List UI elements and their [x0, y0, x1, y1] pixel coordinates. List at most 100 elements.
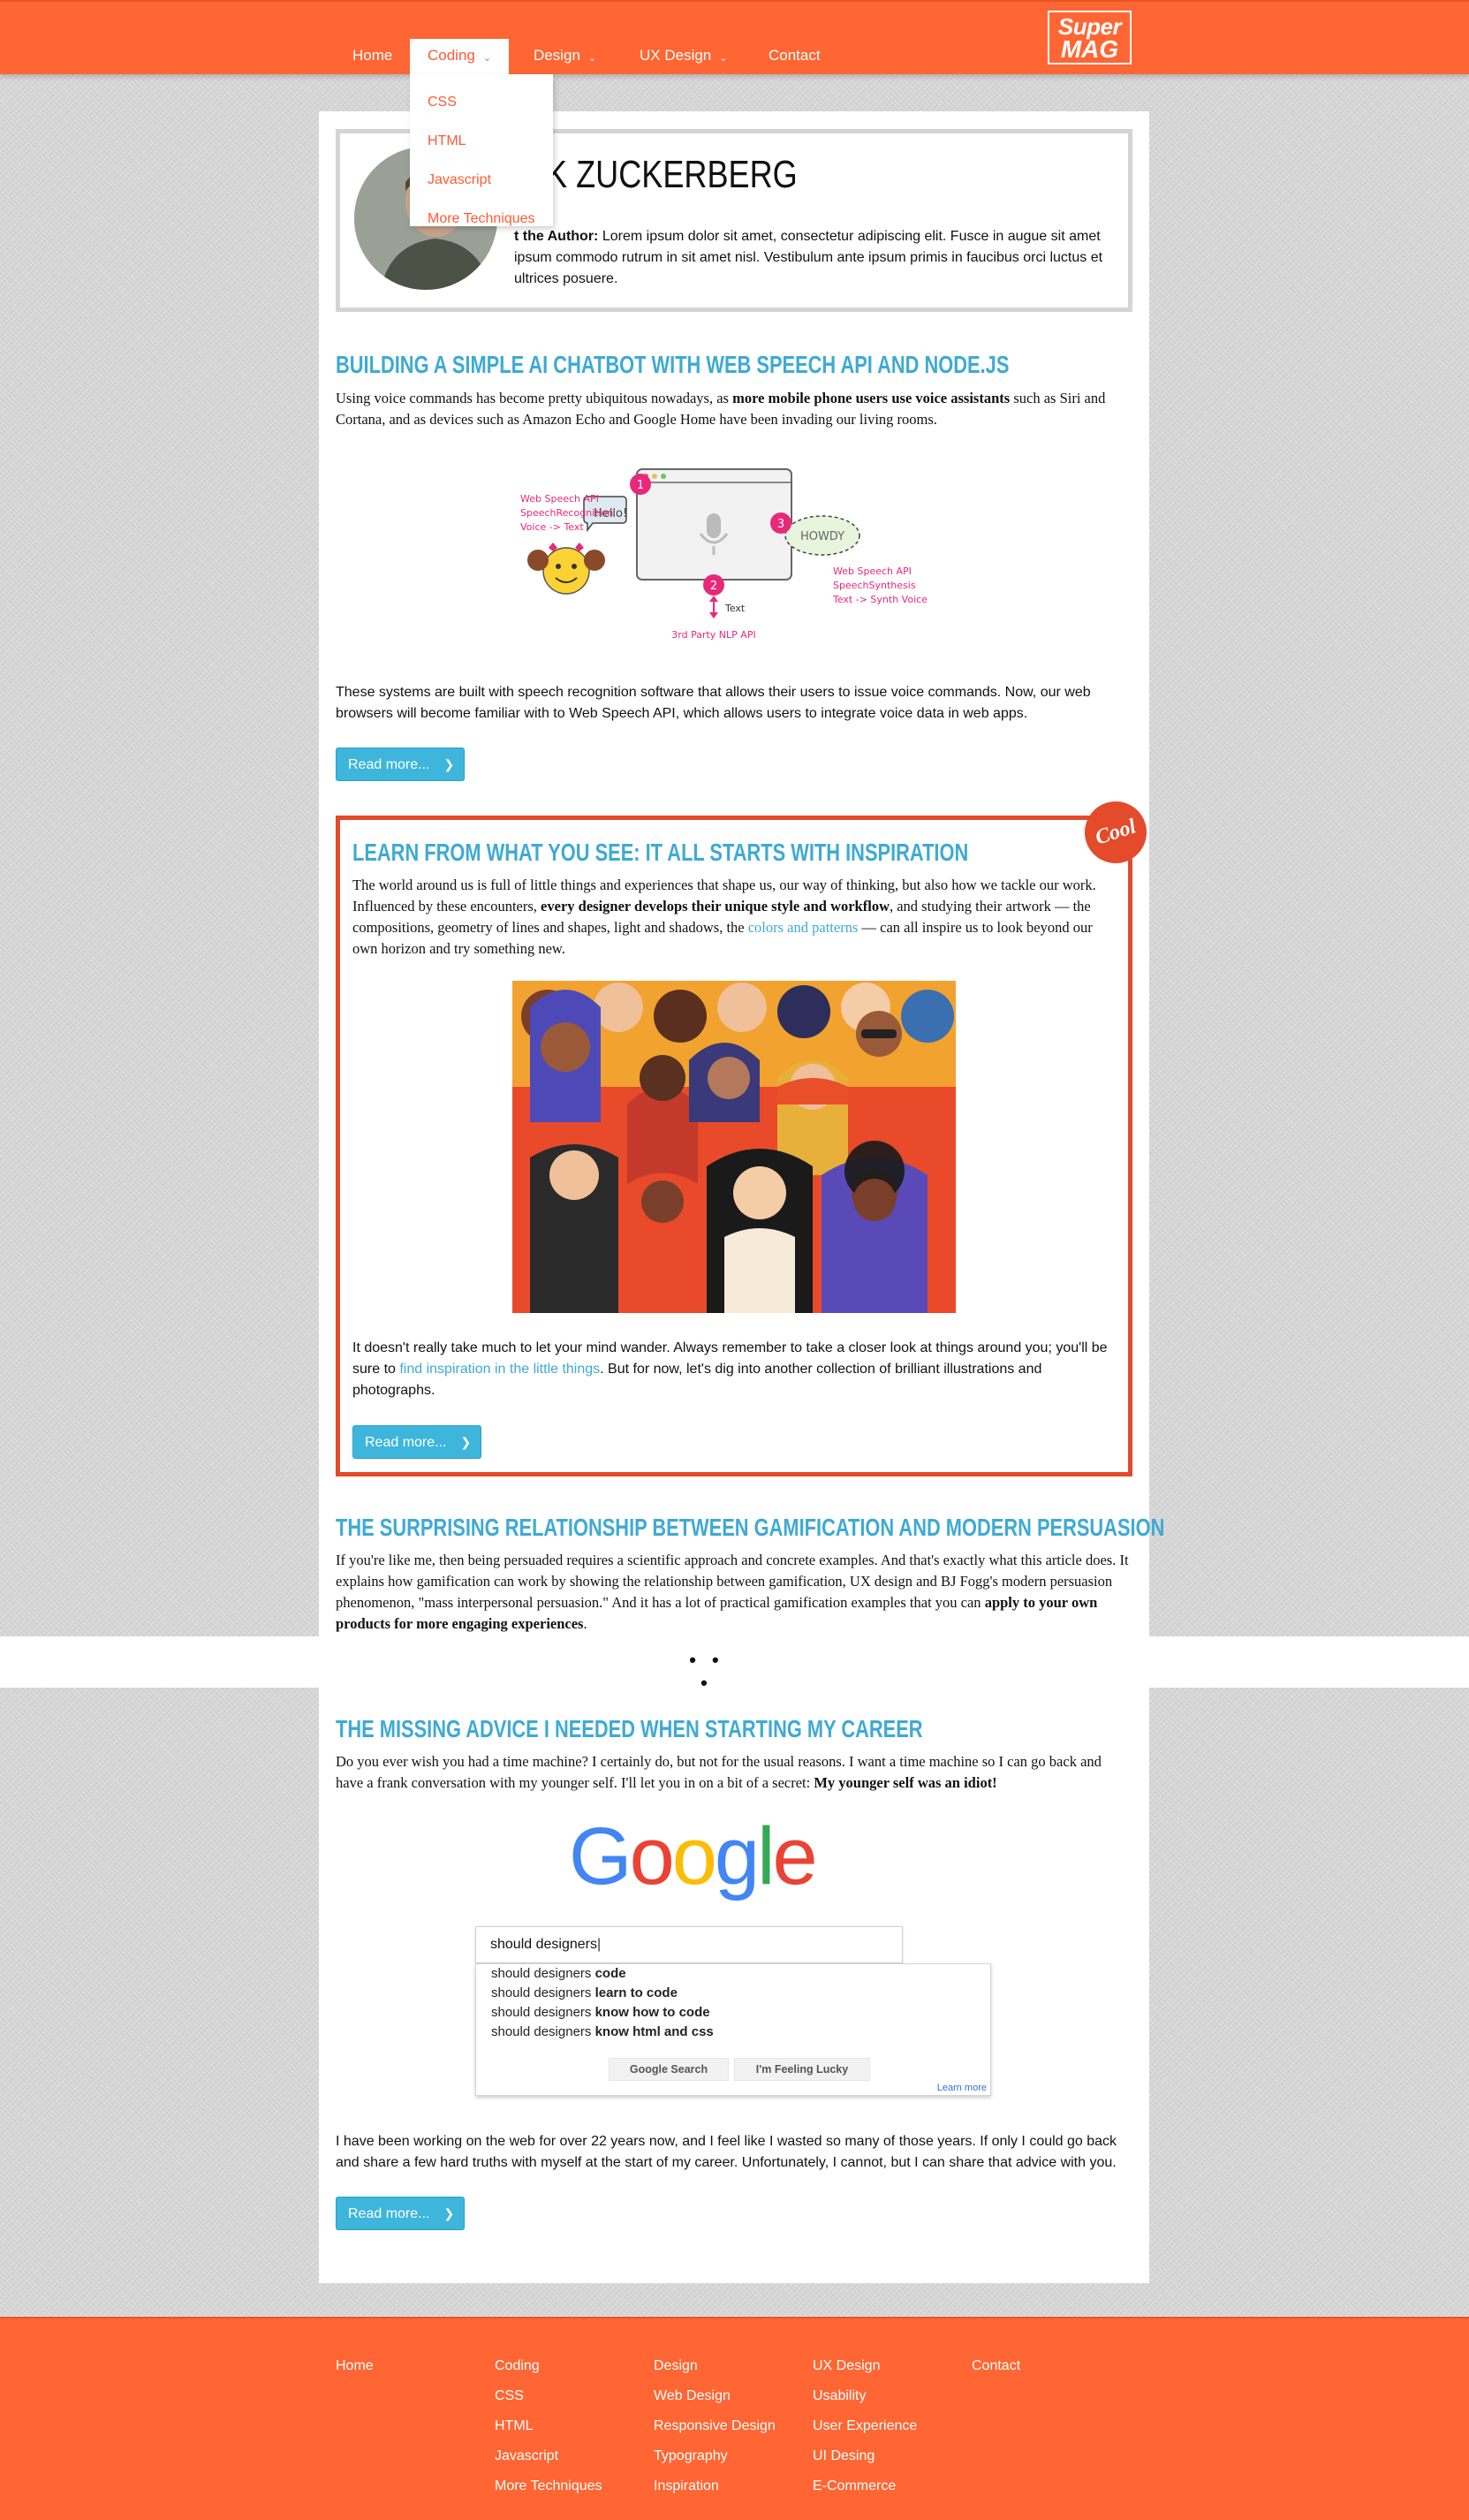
diagram-left-label: SpeechRecognition	[520, 507, 613, 519]
chevron-right-icon: ❯	[460, 1435, 472, 1449]
feeling-lucky-button[interactable]: I'm Feeling Lucky	[734, 2058, 870, 2081]
author-about: t the Author: Lorem ipsum dolor sit amet…	[514, 226, 1124, 290]
google-logo-letter: l	[757, 1811, 776, 1901]
post-intro-text: Using voice commands has become pretty u…	[336, 390, 733, 406]
google-search-button[interactable]: Google Search	[609, 2058, 729, 2081]
suggestion-bold: code	[594, 1966, 626, 1981]
collapsed-content-band	[0, 1636, 1469, 1688]
read-more-label: Read more...	[348, 757, 430, 772]
footer-link[interactable]: Web Design	[654, 2386, 776, 2416]
diagram-left-label: Web Speech API	[520, 493, 599, 505]
suggestion-bold: know html and css	[594, 2024, 714, 2039]
footer-column: Home	[336, 2356, 374, 2386]
footer-link[interactable]: Responsive Design	[654, 2416, 776, 2446]
post-intro-bold: every designer develops their unique sty…	[541, 898, 890, 915]
post-title[interactable]: The Surprising Relationship Between Gami…	[336, 1513, 1164, 1543]
suggestion-item[interactable]: should designers know how to code	[491, 2005, 710, 2020]
author-about-text: Lorem ipsum dolor sit amet, consectetur …	[514, 229, 1103, 286]
site-logo[interactable]: Super MAG	[1048, 11, 1132, 65]
nav-coding-label: Coding	[428, 47, 475, 64]
footer-link[interactable]: Usability	[813, 2386, 917, 2416]
footer-link[interactable]: More Techniques	[495, 2476, 602, 2506]
author-name: RK ZUCKERBERG	[523, 153, 798, 196]
dropdown-item-more-techniques[interactable]: More Techniques	[410, 200, 553, 239]
text-cursor-icon: |	[596, 1937, 602, 1952]
post-body: I have been working on the web for over …	[336, 2134, 1117, 2170]
footer-link[interactable]: Typography	[654, 2446, 776, 2476]
footer-link[interactable]: Inspiration	[654, 2476, 776, 2506]
footer-link[interactable]: Home	[336, 2356, 374, 2386]
google-logo-letter: o	[671, 1811, 717, 1901]
footer-link[interactable]: Contact	[972, 2356, 1020, 2386]
footer-link[interactable]: HTML	[495, 2416, 602, 2446]
google-suggestions: should designers code should designers l…	[475, 1963, 991, 2096]
read-more-button[interactable]: Read more... ❯	[336, 2197, 465, 2230]
nav-coding[interactable]: Coding ⌄	[410, 39, 510, 78]
post-intro-bold: My younger self was an idiot!	[814, 1774, 997, 1791]
post-intro-bold: more mobile phone users use voice assist…	[732, 390, 1011, 406]
footer-column: Coding CSS HTML Javascript More Techniqu…	[495, 2356, 602, 2506]
post-title[interactable]: Building a Simple AI Chatbot With Web Sp…	[336, 350, 1009, 380]
footer-column: Design Web Design Responsive Design Typo…	[654, 2356, 776, 2506]
read-more-button[interactable]: Read more... ❯	[352, 1425, 481, 1459]
post-intro: If you're like me, then being persuaded …	[336, 1550, 1132, 1635]
read-more-label: Read more...	[365, 1435, 447, 1450]
nav-contact[interactable]: Contact	[769, 39, 821, 78]
diagram-right-label: SpeechSynthesis	[833, 580, 916, 591]
footer-link[interactable]: Design	[654, 2356, 776, 2386]
suggestion-prefix: should designers	[491, 1966, 595, 1981]
read-more-label: Read more...	[348, 2206, 430, 2221]
google-search-input[interactable]: should designers|	[475, 1926, 903, 1963]
footer-link[interactable]: Javascript	[495, 2446, 602, 2476]
google-logo-letter: g	[714, 1811, 760, 1901]
suggestion-bold: know how to code	[594, 2005, 710, 2020]
bubble-right-text: HOWDY	[800, 530, 844, 543]
dropdown-item-javascript[interactable]: Javascript	[410, 161, 553, 200]
colors-and-patterns-link[interactable]: colors and patterns	[748, 919, 859, 936]
chevron-down-icon: ⌄	[482, 53, 492, 64]
chevron-right-icon: ❯	[443, 2206, 455, 2220]
read-more-button[interactable]: Read more... ❯	[336, 748, 465, 781]
post-intro-text: .	[583, 1615, 587, 1632]
post-title[interactable]: Learn From What You See: It All Starts W…	[352, 838, 968, 868]
logo-line-2: MAG	[1060, 35, 1119, 63]
footer-link[interactable]: User Experience	[813, 2416, 917, 2446]
inspiration-link[interactable]: find inspiration in the little things	[399, 1362, 600, 1377]
footer-link[interactable]: Coding	[495, 2356, 602, 2386]
coding-dropdown-menu: CSS HTML Javascript More Techniques	[410, 74, 553, 226]
nav-ux-design[interactable]: UX Design ⌄	[640, 39, 727, 78]
post-body: It doesn't really take much to let your …	[352, 1338, 1117, 1401]
nav-design-label: Design	[534, 47, 580, 64]
chevron-right-icon: ❯	[443, 757, 455, 771]
post-intro: Using voice commands has become pretty u…	[336, 388, 1131, 430]
post-title[interactable]: The Missing Advice I Needed When Startin…	[336, 1714, 923, 1744]
ellipsis-icon: • • •	[689, 1649, 724, 1694]
learn-more-link[interactable]: Learn more	[937, 2083, 987, 2093]
suggestion-item[interactable]: should designers learn to code	[491, 1985, 678, 2000]
suggestion-item[interactable]: should designers know html and css	[491, 2024, 714, 2039]
diagram-bottom-label: 3rd Party NLP API	[671, 629, 755, 641]
footer-link[interactable]: E-Commerce	[813, 2476, 917, 2506]
site-footer: Home Coding CSS HTML Javascript More Tec…	[0, 2317, 1469, 2520]
crowd-illustration	[512, 981, 956, 1313]
suggestion-prefix: should designers	[491, 1985, 595, 2000]
diagram-left-label: Voice -> Text	[520, 521, 584, 533]
dropdown-item-html[interactable]: HTML	[410, 122, 553, 161]
dropdown-item-css[interactable]: CSS	[410, 83, 553, 122]
site-header: Home Coding ⌄ Design ⌄ UX Design ⌄ Conta…	[0, 0, 1469, 78]
post-intro: The world around us is full of little th…	[352, 875, 1117, 960]
chevron-down-icon: ⌄	[719, 53, 728, 64]
footer-link[interactable]: CSS	[495, 2386, 602, 2416]
footer-link[interactable]: UI Desing	[813, 2446, 917, 2476]
suggestion-prefix: should designers	[491, 2024, 595, 2039]
google-logo-letter: o	[629, 1811, 675, 1901]
nav-home[interactable]: Home	[352, 39, 392, 78]
post-intro: Do you ever wish you had a time machine?…	[336, 1751, 1132, 1794]
suggestion-bold: learn to code	[594, 1985, 678, 2000]
footer-link[interactable]: UX Design	[813, 2356, 917, 2386]
nav-design[interactable]: Design ⌄	[534, 39, 596, 78]
step-2: 2	[710, 580, 717, 593]
suggestion-item[interactable]: should designers code	[491, 1966, 626, 1981]
google-logo: Google	[569, 1808, 820, 1905]
nav-contact-label: Contact	[769, 47, 821, 64]
